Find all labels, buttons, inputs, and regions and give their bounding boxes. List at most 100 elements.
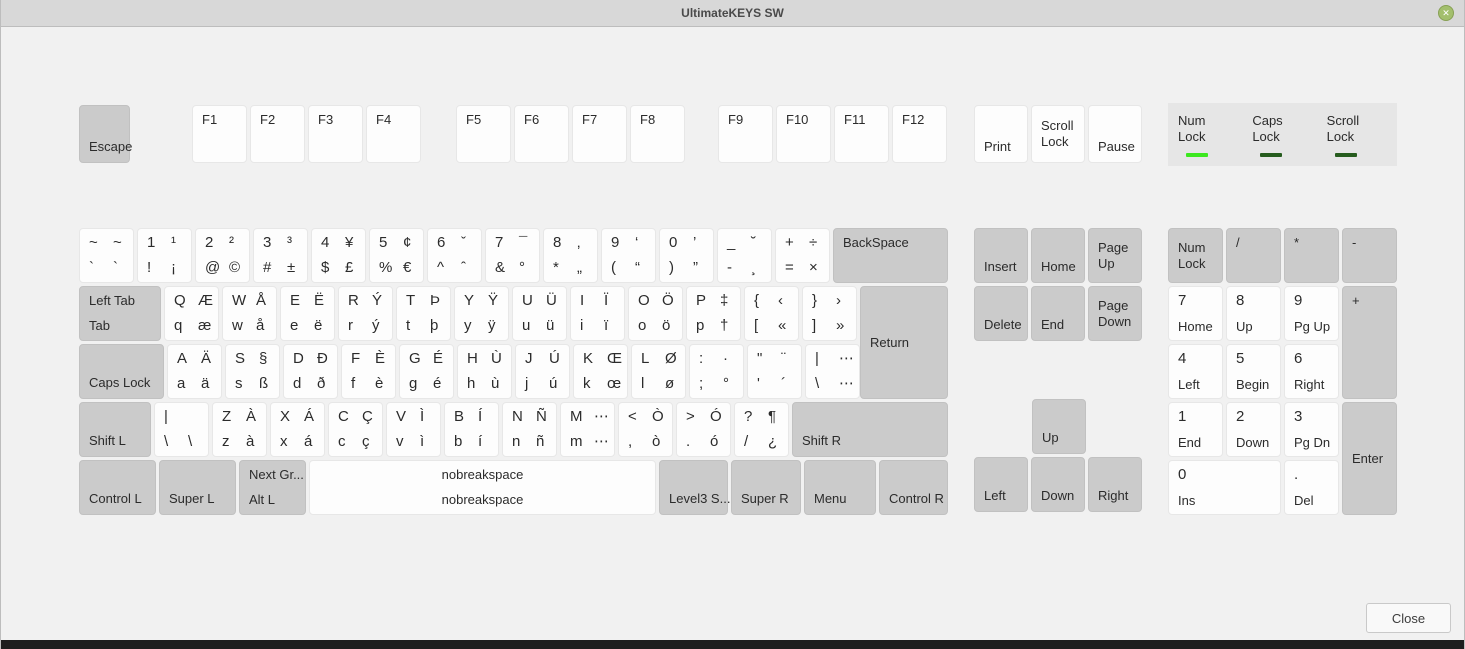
key-insert[interactable]: Insert bbox=[974, 228, 1028, 283]
key-u[interactable]: UÜuü bbox=[512, 286, 567, 341]
key-l[interactable]: LØlø bbox=[631, 344, 686, 399]
key-r[interactable]: RÝrý bbox=[338, 286, 393, 341]
key-up[interactable]: Up bbox=[1032, 399, 1086, 454]
key-right[interactable]: Right bbox=[1088, 457, 1142, 512]
key-kp-subtract[interactable]: - bbox=[1342, 228, 1397, 283]
key-kp-4[interactable]: 4Left bbox=[1168, 344, 1223, 399]
key-num-lock[interactable]: Num Lock bbox=[1168, 228, 1223, 283]
key-shift-r[interactable]: Shift R bbox=[792, 402, 948, 457]
key-f1[interactable]: F1 bbox=[192, 105, 247, 163]
key-m[interactable]: M⋯m⋯ bbox=[560, 402, 615, 457]
key-shift-l[interactable]: Shift L bbox=[79, 402, 151, 457]
key-kp-8[interactable]: 8Up bbox=[1226, 286, 1281, 341]
key-h[interactable]: HÙhù bbox=[457, 344, 512, 399]
key-f5[interactable]: F5 bbox=[456, 105, 511, 163]
close-window-button[interactable]: ✕ bbox=[1438, 5, 1454, 21]
key-bracket-left[interactable]: {‹[« bbox=[744, 286, 799, 341]
key-equal[interactable]: +÷=× bbox=[775, 228, 830, 283]
key-pipe[interactable]: |\\ bbox=[154, 402, 209, 457]
key-kp-3[interactable]: 3Pg Dn bbox=[1284, 402, 1339, 457]
key-kp-9[interactable]: 9Pg Up bbox=[1284, 286, 1339, 341]
key-n[interactable]: NÑnñ bbox=[502, 402, 557, 457]
key-end[interactable]: End bbox=[1031, 286, 1085, 341]
key-d[interactable]: DÐdð bbox=[283, 344, 338, 399]
key-p[interactable]: P‡p† bbox=[686, 286, 741, 341]
key-f11[interactable]: F11 bbox=[834, 105, 889, 163]
key-kp-6[interactable]: 6Right bbox=[1284, 344, 1339, 399]
key-x[interactable]: XÁxá bbox=[270, 402, 325, 457]
key-i[interactable]: IÏiï bbox=[570, 286, 625, 341]
key-page-up[interactable]: Page Up bbox=[1088, 228, 1142, 283]
key-d5[interactable]: 5¢%€ bbox=[369, 228, 424, 283]
key-y[interactable]: YŸyÿ bbox=[454, 286, 509, 341]
key-s[interactable]: S§sß bbox=[225, 344, 280, 399]
key-d7[interactable]: 7¯&° bbox=[485, 228, 540, 283]
key-f4[interactable]: F4 bbox=[366, 105, 421, 163]
key-f9[interactable]: F9 bbox=[718, 105, 773, 163]
key-period[interactable]: >Ó.ó bbox=[676, 402, 731, 457]
key-w[interactable]: WÅwå bbox=[222, 286, 277, 341]
key-o[interactable]: OÖoö bbox=[628, 286, 683, 341]
key-t[interactable]: TÞtþ bbox=[396, 286, 451, 341]
key-kp-multiply[interactable]: * bbox=[1284, 228, 1339, 283]
key-return[interactable]: Return bbox=[860, 286, 948, 399]
key-f[interactable]: FÈfè bbox=[341, 344, 396, 399]
key-caps-lock[interactable]: Caps Lock bbox=[79, 344, 164, 399]
key-d1[interactable]: 1¹!¡ bbox=[137, 228, 192, 283]
key-backspace[interactable]: BackSpace bbox=[833, 228, 948, 283]
key-d0[interactable]: 0’)” bbox=[659, 228, 714, 283]
key-alt-l[interactable]: Next Gr...Alt L bbox=[239, 460, 306, 515]
key-kp-7[interactable]: 7Home bbox=[1168, 286, 1223, 341]
key-page-down[interactable]: Page Down bbox=[1088, 286, 1142, 341]
key-level3[interactable]: Level3 S... bbox=[659, 460, 728, 515]
key-scroll-lock-key[interactable]: Scroll Lock bbox=[1031, 105, 1085, 163]
key-kp-divide[interactable]: / bbox=[1226, 228, 1281, 283]
key-control-r[interactable]: Control R bbox=[879, 460, 948, 515]
key-d4[interactable]: 4¥$£ bbox=[311, 228, 366, 283]
key-kp-0[interactable]: 0Ins bbox=[1168, 460, 1281, 515]
close-button[interactable]: Close bbox=[1366, 603, 1451, 633]
key-comma[interactable]: <Ò,ò bbox=[618, 402, 673, 457]
key-grave[interactable]: ~~`` bbox=[79, 228, 134, 283]
key-f12[interactable]: F12 bbox=[892, 105, 947, 163]
key-kp-5[interactable]: 5Begin bbox=[1226, 344, 1281, 399]
key-f3[interactable]: F3 bbox=[308, 105, 363, 163]
key-f7[interactable]: F7 bbox=[572, 105, 627, 163]
key-control-l[interactable]: Control L bbox=[79, 460, 156, 515]
key-k[interactable]: KŒkœ bbox=[573, 344, 628, 399]
key-backslash[interactable]: |⋯\⋯ bbox=[805, 344, 860, 399]
key-f6[interactable]: F6 bbox=[514, 105, 569, 163]
key-c[interactable]: CÇcç bbox=[328, 402, 383, 457]
key-kp-add[interactable]: + bbox=[1342, 286, 1397, 399]
key-delete[interactable]: Delete bbox=[974, 286, 1028, 341]
key-d8[interactable]: 8‚*„ bbox=[543, 228, 598, 283]
key-f2[interactable]: F2 bbox=[250, 105, 305, 163]
key-q[interactable]: QÆqæ bbox=[164, 286, 219, 341]
key-d6[interactable]: 6ˇ^ˆ bbox=[427, 228, 482, 283]
key-kp-1[interactable]: 1End bbox=[1168, 402, 1223, 457]
key-g[interactable]: GÉgé bbox=[399, 344, 454, 399]
key-pause[interactable]: Pause bbox=[1088, 105, 1142, 163]
key-kp-enter[interactable]: Enter bbox=[1342, 402, 1397, 515]
key-semicolon[interactable]: :·;° bbox=[689, 344, 744, 399]
key-super-r[interactable]: Super R bbox=[731, 460, 801, 515]
key-f8[interactable]: F8 bbox=[630, 105, 685, 163]
key-v[interactable]: VÌvì bbox=[386, 402, 441, 457]
key-d9[interactable]: 9‘(“ bbox=[601, 228, 656, 283]
key-slash[interactable]: ?¶/¿ bbox=[734, 402, 789, 457]
key-e[interactable]: EËeë bbox=[280, 286, 335, 341]
key-escape[interactable]: Escape bbox=[79, 105, 130, 163]
key-z[interactable]: ZÀzà bbox=[212, 402, 267, 457]
key-kp-dot[interactable]: .Del bbox=[1284, 460, 1339, 515]
key-menu[interactable]: Menu bbox=[804, 460, 876, 515]
key-d3[interactable]: 3³#± bbox=[253, 228, 308, 283]
key-home[interactable]: Home bbox=[1031, 228, 1085, 283]
key-bracket-right[interactable]: }›]» bbox=[802, 286, 857, 341]
key-tab[interactable]: Left TabTab bbox=[79, 286, 161, 341]
key-f10[interactable]: F10 bbox=[776, 105, 831, 163]
key-super-l[interactable]: Super L bbox=[159, 460, 236, 515]
key-d2[interactable]: 2²@© bbox=[195, 228, 250, 283]
key-a[interactable]: AÄaä bbox=[167, 344, 222, 399]
key-space[interactable]: nobreakspacenobreakspace bbox=[309, 460, 656, 515]
key-minus[interactable]: _˘-¸ bbox=[717, 228, 772, 283]
